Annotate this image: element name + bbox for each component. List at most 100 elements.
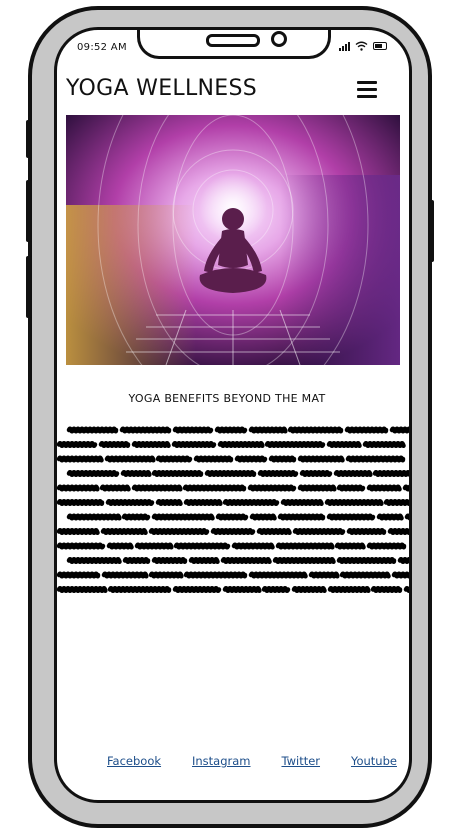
- scribble-word: [404, 513, 409, 520]
- scribble-word: [287, 426, 344, 434]
- status-time: 09:52 AM: [77, 42, 127, 53]
- scribble-word: [66, 557, 122, 564]
- scribble-word: [249, 513, 277, 521]
- scribble-word: [268, 455, 297, 463]
- scribble-word: [327, 586, 371, 593]
- scribble-word: [148, 528, 210, 535]
- scribble-word: [155, 499, 183, 506]
- youtube-link[interactable]: Youtube: [351, 754, 397, 768]
- scribble-word: [248, 426, 288, 434]
- speaker-grille: [206, 34, 260, 47]
- facebook-link[interactable]: Facebook: [107, 754, 161, 768]
- scribble-word: [370, 586, 403, 593]
- scribble-word: [345, 455, 406, 463]
- scribble-word: [247, 484, 297, 492]
- scribble-word: [182, 484, 247, 492]
- scribble-word: [151, 557, 188, 564]
- scribble-word: [121, 513, 151, 521]
- scribble-word: [119, 426, 172, 434]
- scribble-word: [134, 542, 174, 550]
- scribble-word: [172, 426, 214, 434]
- scribble-word: [173, 542, 231, 550]
- scribble-word: [275, 542, 335, 550]
- scribble-word: [308, 571, 340, 579]
- scribble-word: [376, 513, 404, 521]
- placeholder-text-scribbles: [57, 426, 409, 593]
- twitter-link[interactable]: Twitter: [281, 754, 320, 768]
- scribble-word: [57, 499, 105, 506]
- scribble-word: [334, 542, 366, 550]
- volume-up-button: [26, 180, 32, 242]
- scribble-word: [277, 513, 326, 521]
- scribble-word: [234, 455, 268, 463]
- power-button: [428, 200, 434, 262]
- volume-down-button: [26, 256, 32, 318]
- scribble-word: [231, 542, 275, 550]
- mute-switch: [26, 120, 32, 158]
- instagram-link[interactable]: Instagram: [192, 754, 251, 768]
- scribble-word: [204, 470, 257, 477]
- scribble-word: [403, 586, 409, 593]
- scribble-word: [402, 484, 409, 492]
- scribble-word: [222, 586, 262, 593]
- scribble-word: [299, 470, 333, 477]
- scribble-word: [264, 441, 326, 448]
- scribble-word: [214, 426, 248, 434]
- scribble-word: [131, 484, 183, 492]
- scribble-word: [248, 571, 308, 579]
- scribble-word: [217, 441, 265, 448]
- scribble-word: [66, 426, 119, 434]
- scribble-word: [336, 484, 366, 492]
- scribble-word: [57, 528, 100, 535]
- scribble-word: [57, 441, 98, 448]
- scribble-word: [336, 557, 397, 564]
- scribble-word: [183, 499, 223, 506]
- scribble-word: [151, 513, 215, 521]
- scribble-word: [389, 426, 409, 434]
- scribble-word: [391, 571, 409, 579]
- scribble-word: [324, 499, 384, 506]
- scribble-word: [220, 557, 272, 564]
- scribble-word: [101, 571, 149, 579]
- scribble-word: [362, 441, 406, 448]
- scribble-word: [291, 586, 327, 593]
- scribble-word: [104, 455, 156, 463]
- scribble-word: [131, 441, 171, 448]
- scribble-word: [372, 470, 409, 477]
- scribble-word: [297, 455, 345, 463]
- scribble-word: [280, 499, 324, 506]
- scribble-word: [383, 499, 409, 506]
- scribble-word: [122, 557, 151, 564]
- scribble-word: [100, 528, 148, 535]
- scribble-word: [333, 470, 373, 477]
- scribble-word: [366, 542, 407, 550]
- scribble-word: [99, 484, 131, 492]
- scribble-word: [98, 441, 131, 448]
- scribble-word: [366, 484, 402, 492]
- scribble-word: [172, 586, 222, 593]
- scribble-word: [188, 557, 220, 564]
- scribble-word: [215, 513, 249, 521]
- scribble-word: [148, 571, 184, 579]
- scribble-word: [57, 542, 106, 550]
- footer-social-links: Facebook Instagram Twitter Youtube: [107, 754, 397, 768]
- hero-image: [66, 115, 400, 365]
- scribble-word: [261, 586, 291, 593]
- scribble-word: [256, 528, 292, 535]
- scribble-word: [57, 586, 108, 593]
- scribble-word: [326, 513, 376, 521]
- scribble-word: [326, 441, 362, 448]
- hamburger-menu-icon[interactable]: [357, 81, 377, 99]
- scribble-word: [397, 557, 409, 564]
- scribble-word: [339, 571, 391, 579]
- battery-icon: [373, 42, 387, 50]
- site-title: YOGA WELLNESS: [66, 76, 257, 101]
- scribble-word: [105, 499, 155, 506]
- scribble-word: [257, 470, 299, 477]
- notch: [137, 30, 331, 59]
- scribble-word: [210, 528, 256, 535]
- scribble-word: [107, 586, 172, 593]
- scribble-word: [297, 484, 337, 492]
- signal-icon: [339, 41, 350, 51]
- scribble-word: [272, 557, 336, 564]
